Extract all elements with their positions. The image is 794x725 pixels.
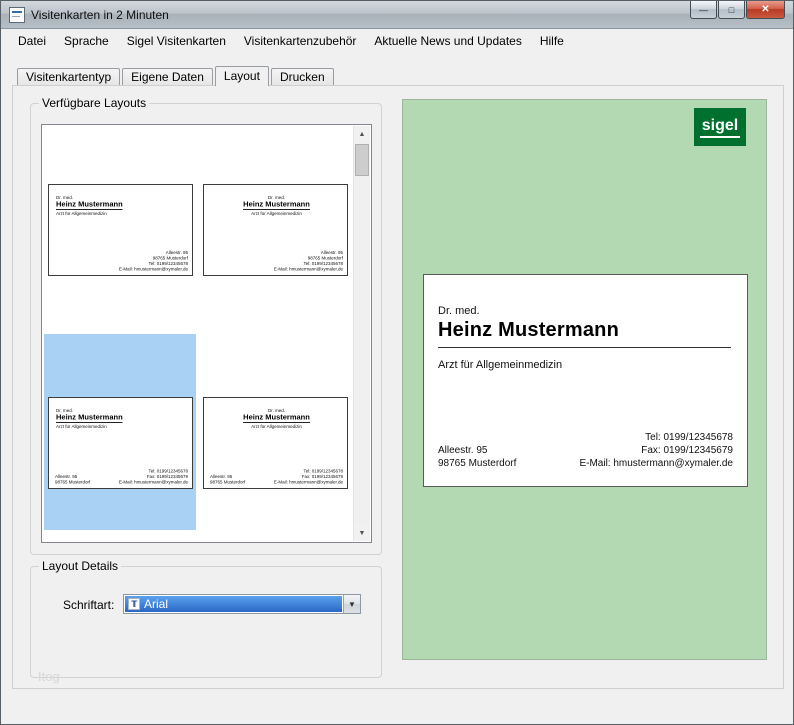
- window-title: Visitenkarten in 2 Minuten: [31, 1, 169, 29]
- scroll-up-icon: ▲: [359, 131, 366, 138]
- font-combobox[interactable]: T Arial ▼: [123, 594, 361, 614]
- minimize-button[interactable]: —: [690, 1, 717, 19]
- layout-details-group: Layout Details Schriftart: T Arial ▼: [30, 566, 382, 678]
- app-icon-detail: [12, 11, 22, 13]
- card-fax: Fax: 0199/12345679: [579, 444, 733, 457]
- sigel-logo-text: sigel: [700, 117, 740, 138]
- mini-card-city: 98765 Musterdorf: [55, 480, 90, 486]
- layout-thumbnail-1[interactable]: Dr. med. Heinz Mustermann Arzt für Allge…: [48, 184, 193, 276]
- combo-dropdown-button[interactable]: ▼: [343, 595, 360, 613]
- close-icon: ✕: [761, 4, 769, 15]
- font-label: Schriftart:: [63, 598, 114, 612]
- tab-layout[interactable]: Layout: [215, 66, 269, 86]
- tab-page-layout: Verfügbare Layouts Dr. med. Heinz Muster…: [12, 85, 784, 689]
- mini-card-contact: Tel: 0199/12345678 Fax: 0199/12345679 E-…: [274, 469, 343, 486]
- mini-card-email: E-Mail: hmustermann@xymaler.de: [119, 267, 188, 273]
- card-email: E-Mail: hmustermann@xymaler.de: [579, 457, 733, 470]
- mini-card-profession: Arzt für Allgemeinmedizin: [56, 424, 123, 429]
- card-title: Dr. med.: [438, 305, 480, 317]
- mini-card-content: Dr. med. Heinz Mustermann Arzt für Allge…: [49, 185, 193, 276]
- chevron-down-icon: ▼: [348, 600, 356, 609]
- mini-card-profession: Arzt für Allgemeinmedizin: [204, 424, 348, 429]
- mini-card-head: Dr. med. Heinz Mustermann Arzt für Allge…: [204, 195, 348, 216]
- menu-sprache[interactable]: Sprache: [55, 29, 118, 53]
- truetype-font-icon: T: [128, 598, 140, 610]
- scroll-down-icon: ▼: [359, 530, 366, 537]
- scroll-thumb[interactable]: [355, 144, 369, 176]
- card-bottom-block: Alleestr. 95 98765 Musterdorf Tel: 0199/…: [438, 431, 733, 470]
- available-layouts-group: Verfügbare Layouts Dr. med. Heinz Muster…: [30, 103, 382, 555]
- mini-card-address: Alleestr. 95 98765 Musterdorf: [210, 474, 245, 485]
- layout-thumbnail-2[interactable]: Dr. med. Heinz Mustermann Arzt für Allge…: [203, 184, 348, 276]
- mini-card-content: Dr. med. Heinz Mustermann Arzt für Allge…: [204, 185, 348, 276]
- mini-card-content: Dr. med. Heinz Mustermann Arzt für Allge…: [49, 398, 193, 489]
- maximize-button[interactable]: □: [718, 1, 745, 19]
- mini-card-name: Heinz Mustermann: [243, 413, 310, 423]
- layout-list-scrollbar[interactable]: ▲ ▼: [353, 126, 370, 541]
- mini-card-email: E-Mail: hmustermann@xymaler.de: [119, 480, 188, 486]
- mini-card-city: 98765 Musterdorf: [210, 480, 245, 486]
- watermark: Itog: [38, 669, 60, 684]
- app-icon-detail: [12, 16, 20, 17]
- scroll-down-button[interactable]: ▼: [354, 525, 370, 541]
- mini-card-address: Alleestr. 95 98765 Musterdorf: [55, 474, 90, 485]
- available-layouts-title: Verfügbare Layouts: [39, 96, 149, 110]
- card-name: Heinz Mustermann: [438, 319, 731, 348]
- mini-card-head: Dr. med. Heinz Mustermann Arzt für Allge…: [56, 408, 123, 429]
- mini-card-contact: Alleestr. 95 98765 Musterdorf Tel: 0199/…: [274, 250, 343, 272]
- font-value: Arial: [144, 597, 168, 611]
- card-tel: Tel: 0199/12345678: [579, 431, 733, 444]
- maximize-icon: □: [729, 5, 734, 15]
- titlebar[interactable]: Visitenkarten in 2 Minuten — □ ✕: [1, 1, 793, 29]
- mini-card-head: Dr. med. Heinz Mustermann Arzt für Allge…: [56, 195, 123, 216]
- mini-card-email: E-Mail: hmustermann@xymaler.de: [274, 480, 343, 486]
- mini-card-contact: Alleestr. 95 98765 Musterdorf Tel: 0199/…: [119, 250, 188, 272]
- card-preview-panel: sigel Dr. med. Heinz Mustermann Arzt für…: [402, 99, 767, 660]
- menu-news-updates[interactable]: Aktuelle News und Updates: [365, 29, 530, 53]
- mini-card-name: Heinz Mustermann: [243, 200, 310, 210]
- card-contact: Tel: 0199/12345678 Fax: 0199/12345679 E-…: [579, 431, 733, 470]
- tab-eigene-daten[interactable]: Eigene Daten: [122, 68, 213, 85]
- layout-list[interactable]: Dr. med. Heinz Mustermann Arzt für Allge…: [41, 124, 372, 543]
- card-profession: Arzt für Allgemeinmedizin: [438, 359, 562, 371]
- menu-sigel-visitenkarten[interactable]: Sigel Visitenkarten: [118, 29, 235, 53]
- mini-card-head: Dr. med. Heinz Mustermann Arzt für Allge…: [204, 408, 348, 429]
- tab-drucken[interactable]: Drucken: [271, 68, 334, 85]
- business-card-preview: Dr. med. Heinz Mustermann Arzt für Allge…: [423, 274, 748, 487]
- mini-card-profession: Arzt für Allgemeinmedizin: [56, 211, 123, 216]
- app-icon: [9, 7, 25, 23]
- scroll-up-button[interactable]: ▲: [354, 126, 370, 142]
- card-city: 98765 Musterdorf: [438, 457, 516, 470]
- minimize-icon: —: [699, 5, 708, 15]
- layout-details-title: Layout Details: [39, 559, 121, 573]
- mini-card-name: Heinz Mustermann: [56, 413, 123, 423]
- font-combobox-field[interactable]: T Arial: [125, 596, 342, 612]
- menu-hilfe[interactable]: Hilfe: [531, 29, 573, 53]
- mini-card-contact: Tel: 0199/12345678 Fax: 0199/12345679 E-…: [119, 469, 188, 486]
- close-button[interactable]: ✕: [746, 1, 785, 19]
- window-controls: — □ ✕: [690, 1, 785, 19]
- menubar: Datei Sprache Sigel Visitenkarten Visite…: [1, 29, 793, 53]
- mini-card-name: Heinz Mustermann: [56, 200, 123, 210]
- card-address: Alleestr. 95 98765 Musterdorf: [438, 444, 516, 470]
- mini-card-email: E-Mail: hmustermann@xymaler.de: [274, 267, 343, 273]
- tab-strip: Visitenkartentyp Eigene Daten Layout Dru…: [17, 64, 336, 85]
- card-street: Alleestr. 95: [438, 444, 516, 457]
- mini-card-content: Dr. med. Heinz Mustermann Arzt für Allge…: [204, 398, 348, 489]
- layout-thumbnail-4[interactable]: Dr. med. Heinz Mustermann Arzt für Allge…: [203, 397, 348, 489]
- menu-datei[interactable]: Datei: [9, 29, 55, 53]
- mini-card-profession: Arzt für Allgemeinmedizin: [204, 211, 348, 216]
- tab-visitenkartentyp[interactable]: Visitenkartentyp: [17, 68, 120, 85]
- layout-thumbnail-3-selected[interactable]: Dr. med. Heinz Mustermann Arzt für Allge…: [48, 397, 193, 489]
- menu-visitenkartenzubehoer[interactable]: Visitenkartenzubehör: [235, 29, 366, 53]
- sigel-logo: sigel: [694, 108, 746, 146]
